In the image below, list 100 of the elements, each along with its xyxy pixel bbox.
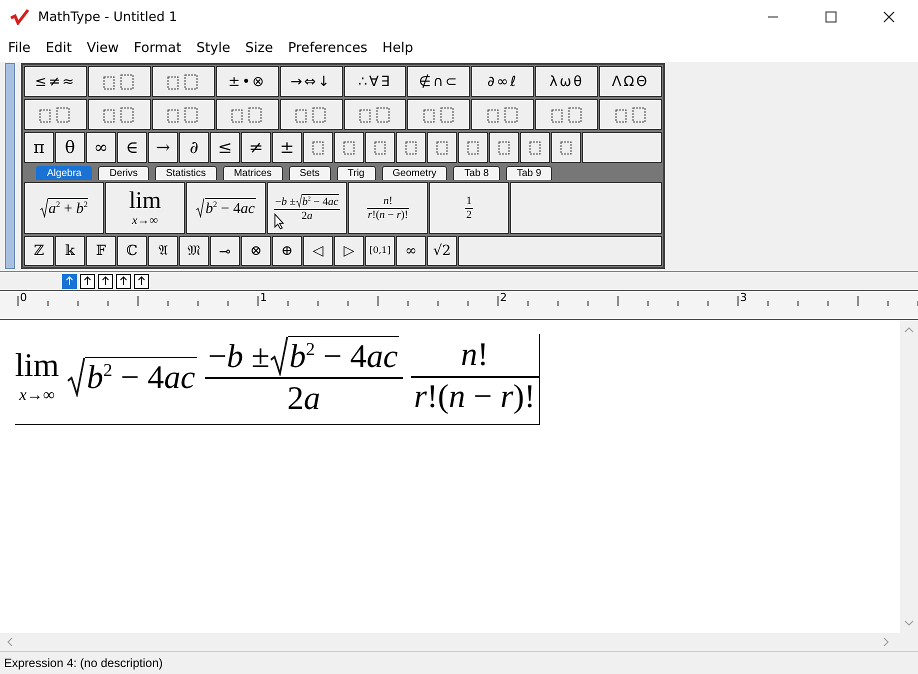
symbol-button[interactable]: ∞: [396, 236, 426, 266]
palette-tab[interactable]: Geometry: [382, 166, 448, 180]
toolbar-grip[interactable]: [5, 63, 15, 269]
symbol-button[interactable]: [551, 132, 581, 163]
palette-button[interactable]: [599, 99, 662, 130]
symbol-button[interactable]: ∈: [117, 132, 147, 163]
palette-button[interactable]: →⇔↓: [280, 66, 342, 97]
expression-button[interactable]: lim x→∞: [105, 182, 185, 234]
palette-button[interactable]: [535, 99, 598, 130]
palette-tab[interactable]: Matrices: [222, 166, 283, 180]
symbol-button[interactable]: [365, 132, 395, 163]
menu-item[interactable]: Help: [382, 40, 414, 56]
template-icon: [465, 138, 481, 156]
symbol-button[interactable]: ◁: [303, 236, 333, 266]
ruler-label: 1: [260, 291, 267, 304]
symbol-button[interactable]: 𝔽: [86, 236, 116, 266]
symbol-button[interactable]: ⊗: [241, 236, 271, 266]
palette-tab[interactable]: Sets: [288, 166, 331, 180]
expression-button[interactable]: −b ± b$^{2}$ − 4ac 2a: [267, 182, 347, 234]
palette-button[interactable]: ±•⊗: [216, 66, 279, 97]
palette-tab[interactable]: Statistics: [154, 166, 217, 180]
symbol-button[interactable]: ⊸: [210, 236, 240, 266]
window-title: MathType - Untitled 1: [38, 10, 178, 24]
palette-button[interactable]: λωθ: [535, 66, 598, 97]
menu-item[interactable]: Preferences: [288, 40, 368, 56]
symbol-button[interactable]: [396, 132, 426, 163]
limit-subscript: x→∞: [132, 212, 158, 228]
ruler-label: 0: [20, 291, 27, 304]
size-button[interactable]: [134, 274, 149, 288]
symbol-button[interactable]: [458, 132, 488, 163]
maximize-icon: [825, 11, 837, 23]
symbol-button[interactable]: [520, 132, 550, 163]
size-button[interactable]: [116, 274, 131, 288]
palette-tab[interactable]: Derivs: [98, 166, 149, 180]
symbol-button[interactable]: ≤: [210, 132, 240, 163]
palette-button[interactable]: [152, 99, 215, 130]
palette-tab[interactable]: Tab 8: [453, 166, 500, 180]
palette-button[interactable]: [24, 99, 87, 130]
symbol-button[interactable]: ∂: [179, 132, 209, 163]
limit-operator: lim: [128, 188, 161, 212]
expression-button[interactable]: a$^{2}$ + b$^{2}$: [24, 182, 104, 234]
palette-tab[interactable]: Algebra: [36, 166, 92, 180]
symbol-button[interactable]: ≠: [241, 132, 271, 163]
symbol-button[interactable]: [427, 132, 457, 163]
palette-button[interactable]: [88, 66, 151, 97]
expression-button[interactable]: b$^{2}$ − 4ac: [186, 182, 266, 234]
palette-button[interactable]: ∴∀∃: [344, 66, 406, 97]
palette-button[interactable]: ∂∞ℓ: [471, 66, 534, 97]
ruler-label: 3: [740, 291, 747, 304]
radicand: b$^{2}$ − 4ac: [288, 336, 400, 376]
symbol-button[interactable]: [0,1]: [365, 236, 395, 266]
palette-button[interactable]: [407, 99, 470, 130]
palette-button[interactable]: [471, 99, 534, 130]
symbol-button[interactable]: √2: [427, 236, 457, 266]
menu-item[interactable]: Edit: [46, 40, 72, 56]
radical-sign: [67, 356, 86, 397]
size-button[interactable]: [98, 274, 113, 288]
radicand: b$^{2}$ − 4ac: [204, 198, 256, 218]
menu-item[interactable]: Format: [134, 40, 182, 56]
symbol-button[interactable]: ℂ: [117, 236, 147, 266]
vertical-scrollbar[interactable]: [900, 320, 918, 633]
menu-item[interactable]: File: [8, 40, 31, 56]
symbol-button[interactable]: 𝕜: [55, 236, 85, 266]
palette-button[interactable]: [344, 99, 406, 130]
status-text: Expression 4: (no description): [4, 656, 163, 670]
symbol-button[interactable]: 𝔄: [148, 236, 178, 266]
symbol-button[interactable]: ℤ: [24, 236, 54, 266]
size-button[interactable]: [80, 274, 95, 288]
symbol-button[interactable]: ±: [272, 132, 302, 163]
symbol-button[interactable]: ∞: [86, 132, 116, 163]
menu-item[interactable]: Size: [245, 40, 274, 56]
math-text: n!: [383, 195, 393, 208]
palette-button[interactable]: [88, 99, 151, 130]
palette-button[interactable]: [280, 99, 342, 130]
symbol-button[interactable]: π: [24, 132, 54, 163]
expression-button[interactable]: 1 2: [429, 182, 509, 234]
arrow-up-icon: [119, 276, 128, 286]
menu-item[interactable]: View: [86, 40, 119, 56]
arrow-up-icon: [65, 276, 74, 286]
symbol-button[interactable]: ⊕: [272, 236, 302, 266]
scroll-left-icon: [6, 637, 14, 647]
palette-button[interactable]: ≤≠≈: [24, 66, 87, 97]
symbol-button[interactable]: [489, 132, 519, 163]
symbol-button[interactable]: [334, 132, 364, 163]
expression-button[interactable]: n! r!(n − r)!: [348, 182, 428, 234]
symbol-button[interactable]: θ: [55, 132, 85, 163]
symbol-button[interactable]: ▷: [334, 236, 364, 266]
template-icon: [527, 138, 543, 156]
symbol-button[interactable]: [303, 132, 333, 163]
symbol-button[interactable]: 𝔐: [179, 236, 209, 266]
menu-item[interactable]: Style: [196, 40, 230, 56]
palette-button[interactable]: [216, 99, 279, 130]
symbol-button[interactable]: →: [148, 132, 178, 163]
palette-button[interactable]: [152, 66, 215, 97]
palette-button[interactable]: ∉∩⊂: [407, 66, 470, 97]
palette-tab[interactable]: Trig: [336, 166, 376, 180]
template-icon: [558, 138, 574, 156]
palette-button[interactable]: ΛΩΘ: [599, 66, 662, 97]
horizontal-scrollbar[interactable]: [0, 633, 918, 651]
palette-tab[interactable]: Tab 9: [506, 166, 552, 180]
